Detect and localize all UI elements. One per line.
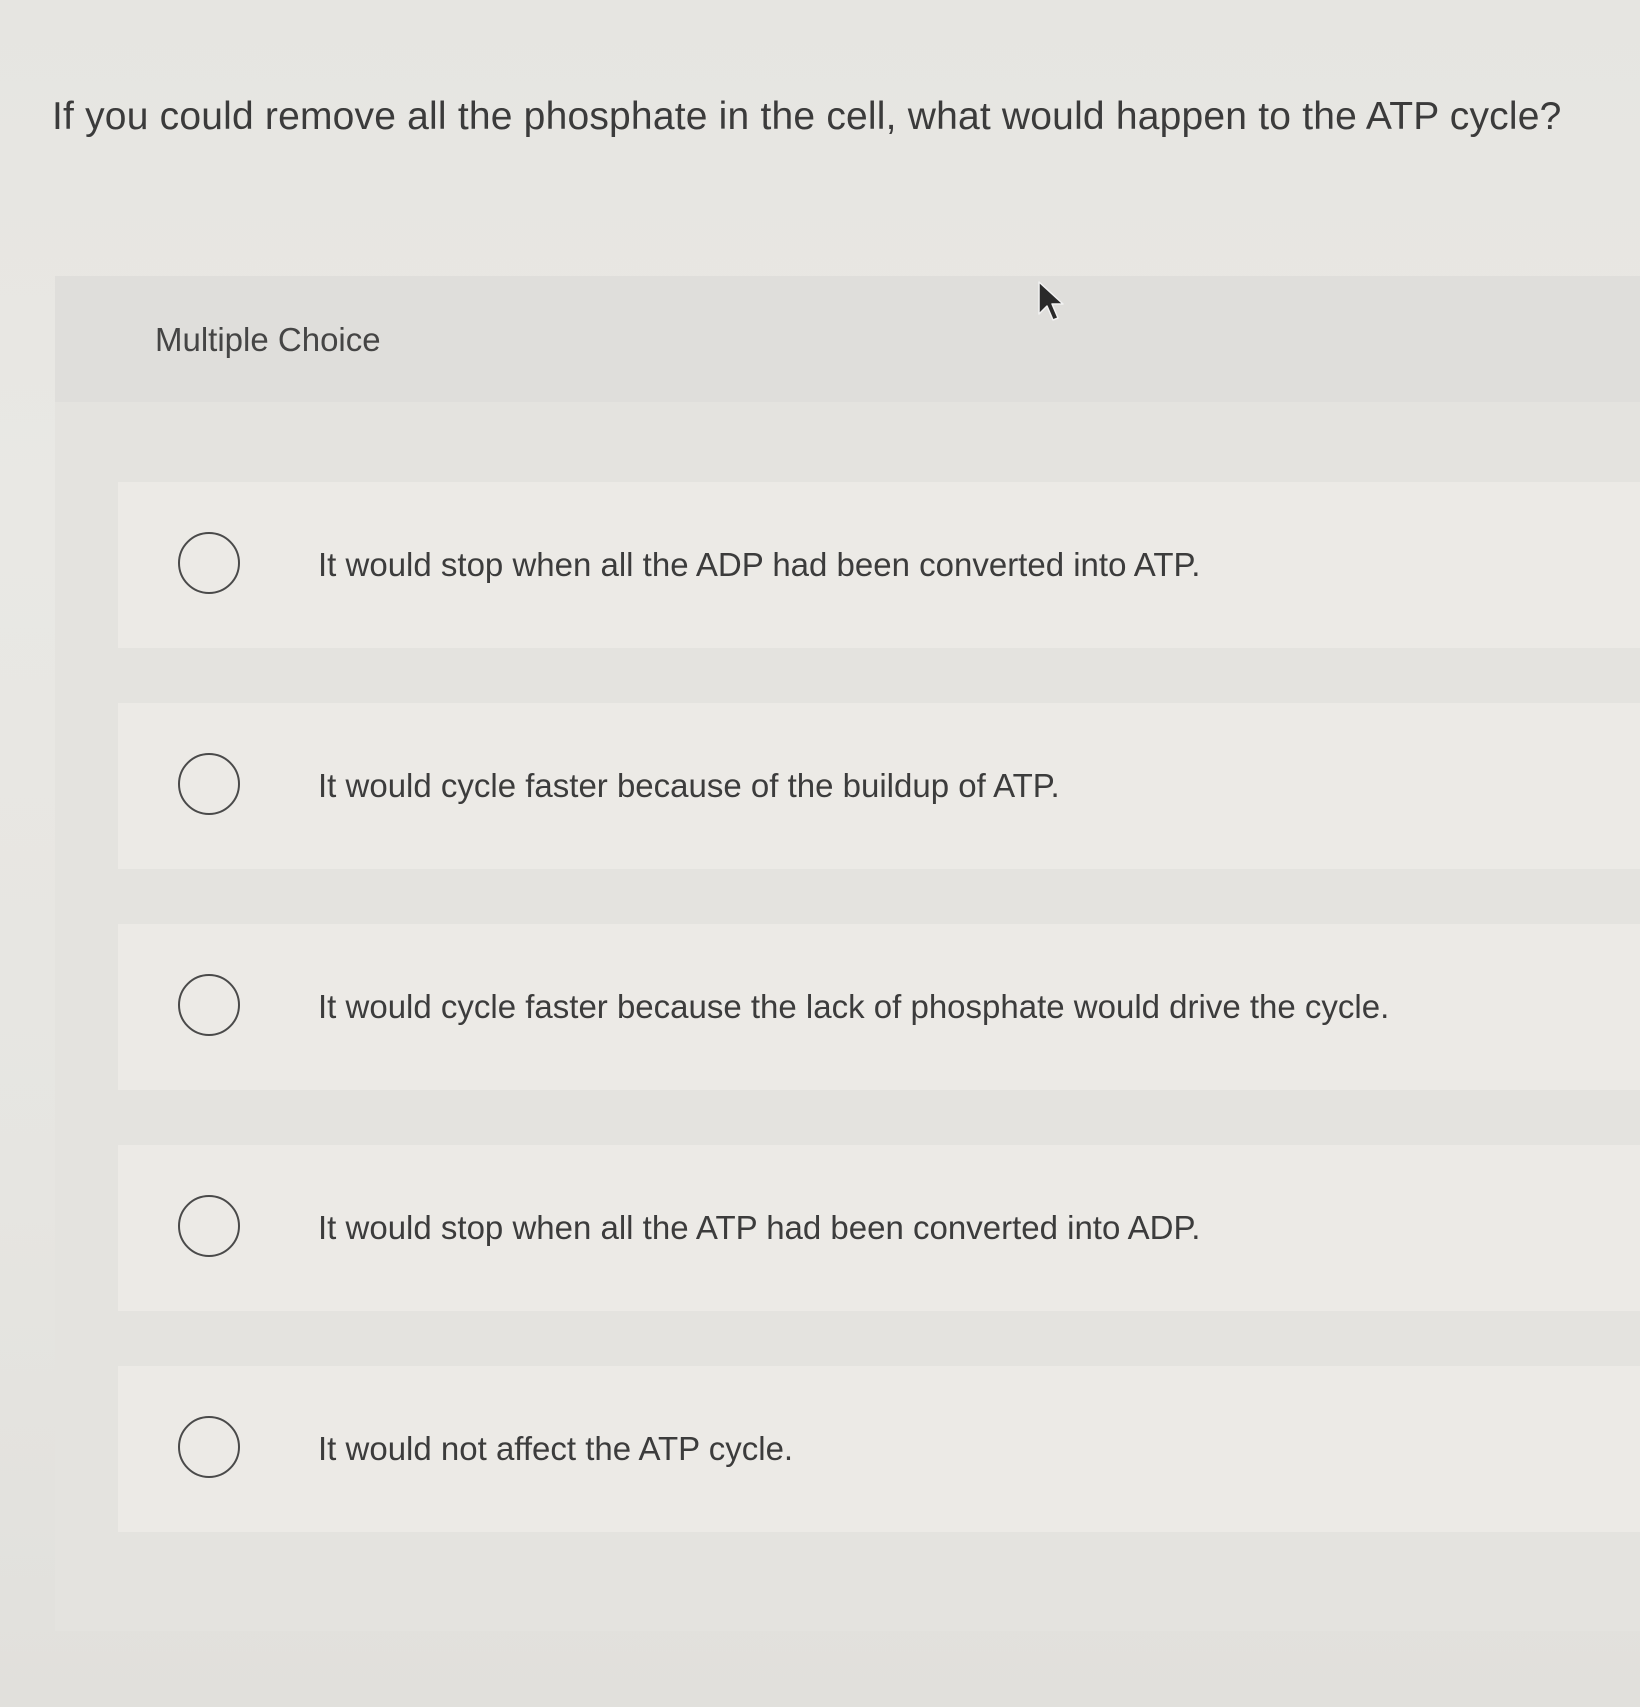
question-text: If you could remove all the phosphate in… (52, 95, 1562, 138)
multiple-choice-header: Multiple Choice (55, 276, 1640, 402)
answer-option-text[interactable]: It would stop when all the ATP had been … (318, 1206, 1200, 1250)
multiple-choice-label: Multiple Choice (155, 321, 381, 358)
radio-button-3[interactable] (178, 974, 240, 1036)
answer-option-text[interactable]: It would not affect the ATP cycle. (318, 1427, 793, 1471)
radio-button-5[interactable] (178, 1416, 240, 1478)
answer-option-text[interactable]: It would stop when all the ADP had been … (318, 543, 1200, 587)
radio-button-2[interactable] (178, 753, 240, 815)
answer-option-5[interactable]: It would not affect the ATP cycle. (118, 1366, 1640, 1532)
radio-button-4[interactable] (178, 1195, 240, 1257)
mouse-pointer-icon (1038, 281, 1064, 321)
answer-option-1[interactable]: It would stop when all the ADP had been … (118, 482, 1640, 648)
answer-option-text[interactable]: It would cycle faster because of the bui… (318, 764, 1060, 808)
answer-option-2[interactable]: It would cycle faster because of the bui… (118, 703, 1640, 869)
answer-option-3[interactable]: It would cycle faster because the lack o… (118, 924, 1640, 1090)
answer-option-text[interactable]: It would cycle faster because the lack o… (318, 985, 1389, 1029)
radio-button-1[interactable] (178, 532, 240, 594)
answer-options: It would stop when all the ADP had been … (118, 482, 1640, 1587)
answer-option-4[interactable]: It would stop when all the ATP had been … (118, 1145, 1640, 1311)
